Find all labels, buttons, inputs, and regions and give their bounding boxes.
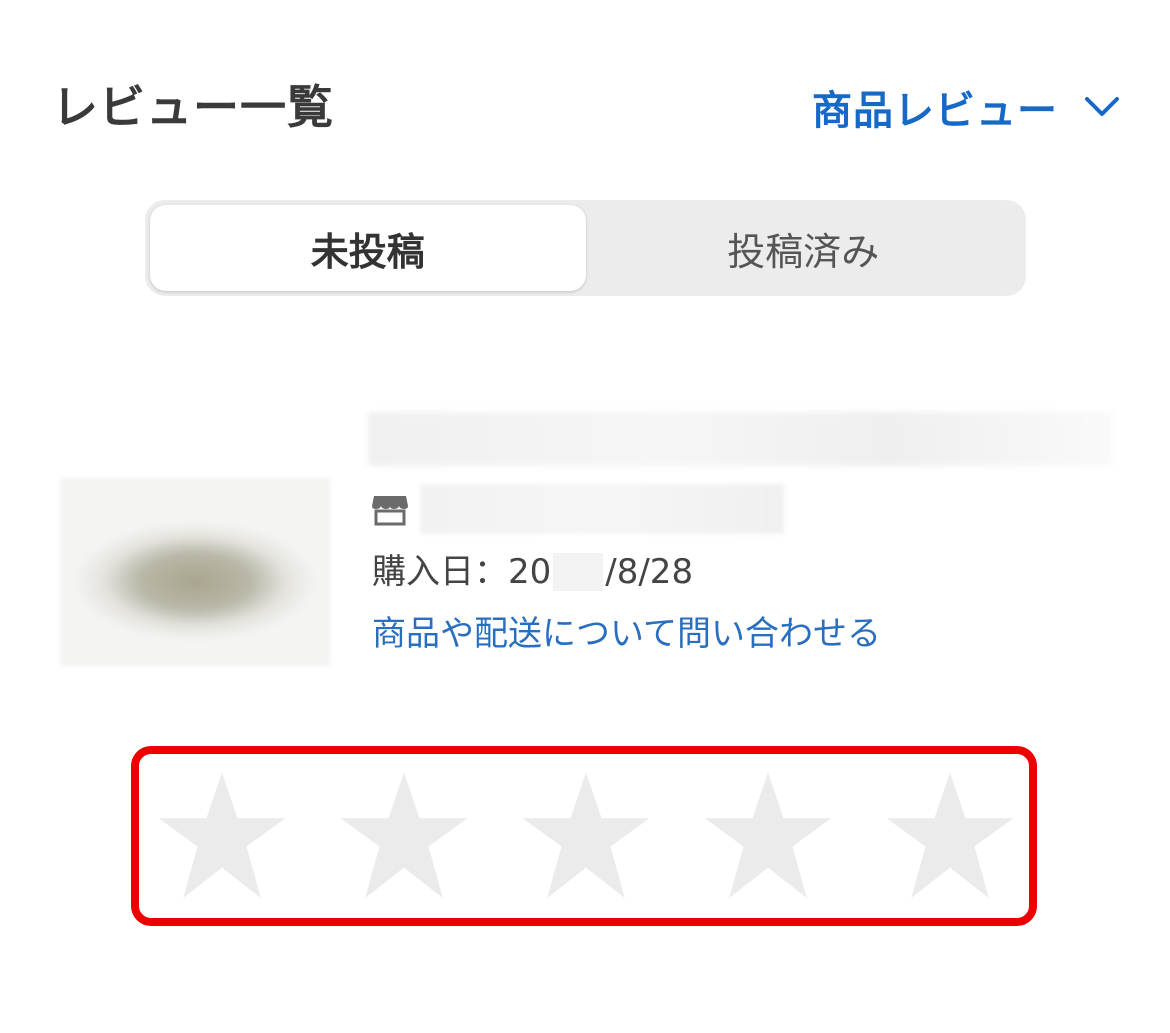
star-icon (886, 772, 1014, 899)
star-rating (156, 772, 1016, 902)
purchase-date-year-prefix: 20 (508, 552, 552, 592)
star-icon (158, 772, 286, 899)
product-name-redacted[interactable] (368, 412, 1113, 466)
purchase-date-label: 購入日： (372, 552, 508, 592)
shop-icon (372, 496, 408, 526)
tab-unposted[interactable]: 未投稿 (150, 205, 586, 291)
star-1[interactable] (156, 772, 288, 900)
purchase-date: 購入日： 20 /8/28 (372, 548, 693, 596)
star-icon (340, 772, 468, 899)
star-3[interactable] (520, 772, 652, 900)
chevron-down-icon (1085, 97, 1119, 116)
inquiry-link[interactable]: 商品や配送について問い合わせる (372, 610, 881, 658)
review-status-tabs: 未投稿 投稿済み (145, 200, 1026, 296)
page-title: レビュー一覧 (52, 80, 334, 134)
star-2[interactable] (338, 772, 470, 900)
purchase-date-month-day: /8/28 (605, 552, 694, 592)
star-icon (704, 772, 832, 899)
tab-posted[interactable]: 投稿済み (586, 205, 1022, 291)
star-5[interactable] (884, 772, 1016, 900)
star-icon (522, 772, 650, 899)
shop-name-redacted[interactable] (420, 484, 784, 534)
purchase-date-redacted (553, 553, 604, 591)
product-thumbnail[interactable] (60, 478, 330, 666)
review-type-dropdown[interactable]: 商品レビュー (812, 72, 1120, 142)
star-4[interactable] (702, 772, 834, 900)
review-type-label: 商品レビュー (812, 88, 1058, 134)
